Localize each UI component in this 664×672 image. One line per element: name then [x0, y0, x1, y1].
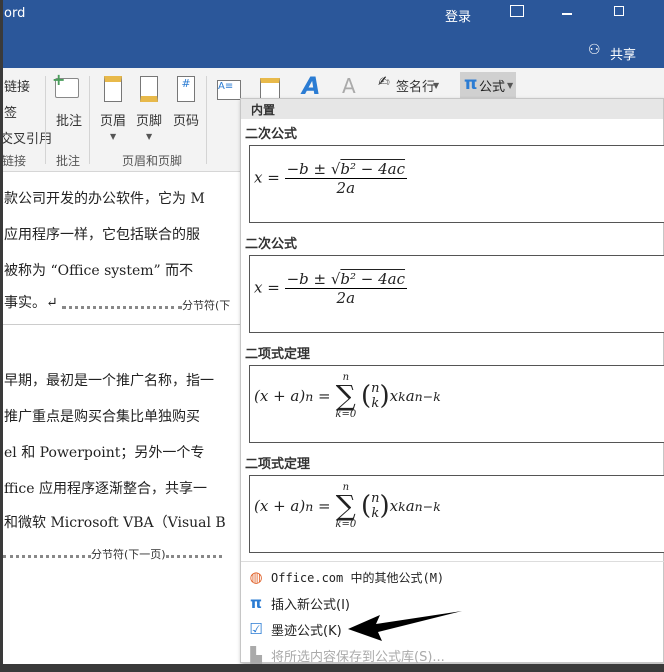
office-globe-icon: ◍ [249, 568, 263, 586]
ink-equation-icon: ☑ [249, 620, 263, 638]
minimize-icon[interactable] [562, 13, 572, 15]
menu-label: Office.com 中的其他公式(M) [271, 570, 445, 585]
doc-line: 早期，最初是一个推广名称，指一 [4, 373, 214, 389]
menu-office-more-equations[interactable]: ◍ Office.com 中的其他公式(M) [241, 565, 663, 589]
gallery-title: 二次公式 [245, 237, 298, 252]
doc-line: 推广重点是购买合集比单独购买 [4, 409, 200, 425]
gallery-item-quadratic[interactable]: x = −b ± √b² − 4ac 2a [249, 255, 664, 333]
header-icon [104, 76, 122, 102]
doc-line: 和微软 Microsoft VBA（Visual B [4, 515, 226, 531]
menu-label: 墨迹公式(K) [271, 623, 342, 639]
doc-line: 款公司开发的办公软件，它为 M [4, 191, 205, 207]
drop-cap-icon[interactable]: A [342, 74, 356, 98]
menu-label: 将所选内容保存到公式库(S)... [271, 649, 445, 665]
page-number-icon: # [177, 76, 195, 102]
signature-line-button[interactable]: 签名行 [396, 76, 435, 95]
builtin-header: 内置 [241, 99, 663, 119]
ribbon-link[interactable]: 链接 [4, 76, 30, 95]
login-link[interactable]: 登录 [445, 6, 471, 25]
save-equation-icon: ▙ [250, 646, 262, 664]
doc-line: ffice 应用程序逐渐整合，共享一 [4, 481, 207, 497]
share-icon[interactable]: ⚇ [588, 42, 601, 58]
page-number-button[interactable]: 页码 [173, 110, 201, 129]
doc-line: el 和 Powerpoint；另外一个专 [4, 445, 205, 461]
taskbar-edge [0, 664, 664, 672]
group-label-comments: 批注 [56, 154, 81, 168]
gallery-item-binomial[interactable]: (x + a) n = n ∑ k=0 (n k) x k a n−k [249, 365, 664, 443]
app-title: ord [4, 6, 26, 21]
doc-line: 应用程序一样，它包括联合的服 [4, 227, 200, 243]
gallery-item-quadratic[interactable]: x = −b ± √b² − 4ac 2a [249, 145, 664, 223]
comment-button[interactable]: 批注 [56, 110, 82, 129]
pi-icon: π [464, 74, 478, 94]
gallery-title: 二次公式 [245, 127, 298, 142]
doc-line: 被称为 “Office system” 而不 [4, 263, 194, 279]
add-plus-icon: + [52, 70, 66, 89]
header-button[interactable]: 页眉 [100, 110, 126, 129]
title-bar: ord 登录 ⚇ 共享 [0, 0, 664, 68]
annotation-arrow-icon [348, 611, 462, 641]
restore-icon[interactable] [614, 6, 624, 16]
pi-icon: π [250, 594, 262, 612]
doc-line: 事实。↵ [4, 295, 58, 311]
group-label-header-footer: 页眉和页脚 [122, 154, 183, 168]
section-break: 分节符(下 [182, 299, 231, 312]
page-separator [3, 324, 243, 325]
footer-icon [140, 76, 158, 102]
equation-label: 公式 [479, 80, 506, 95]
equation-dropdown: 内置 二次公式 x = −b ± √b² − 4ac 2a 二次公式 x = −b… [240, 98, 664, 665]
menu-label: 插入新公式(I) [271, 597, 350, 613]
equation-button[interactable]: π 公式 ▼ [460, 72, 516, 98]
quick-parts-icon[interactable] [260, 78, 280, 100]
gallery-item-binomial[interactable]: (x + a) n = n ∑ k=0 (n k) x k a n−k [249, 475, 664, 553]
section-break: 分节符(下一页) [91, 548, 166, 561]
ribbon-display-options-icon[interactable] [510, 5, 524, 17]
text-box-icon[interactable]: A≡ [217, 80, 241, 100]
group-label-links: 链接 [2, 154, 27, 168]
gallery-title: 二项式定理 [245, 347, 311, 362]
signature-line-icon: ✍ [378, 74, 390, 90]
window-edge [0, 0, 3, 672]
wordart-icon[interactable]: A [302, 72, 321, 100]
footer-button[interactable]: 页脚 [136, 110, 162, 129]
gallery-title: 二项式定理 [245, 457, 311, 472]
share-button[interactable]: 共享 [610, 44, 636, 63]
ribbon-bookmark[interactable]: 签 [4, 102, 17, 121]
